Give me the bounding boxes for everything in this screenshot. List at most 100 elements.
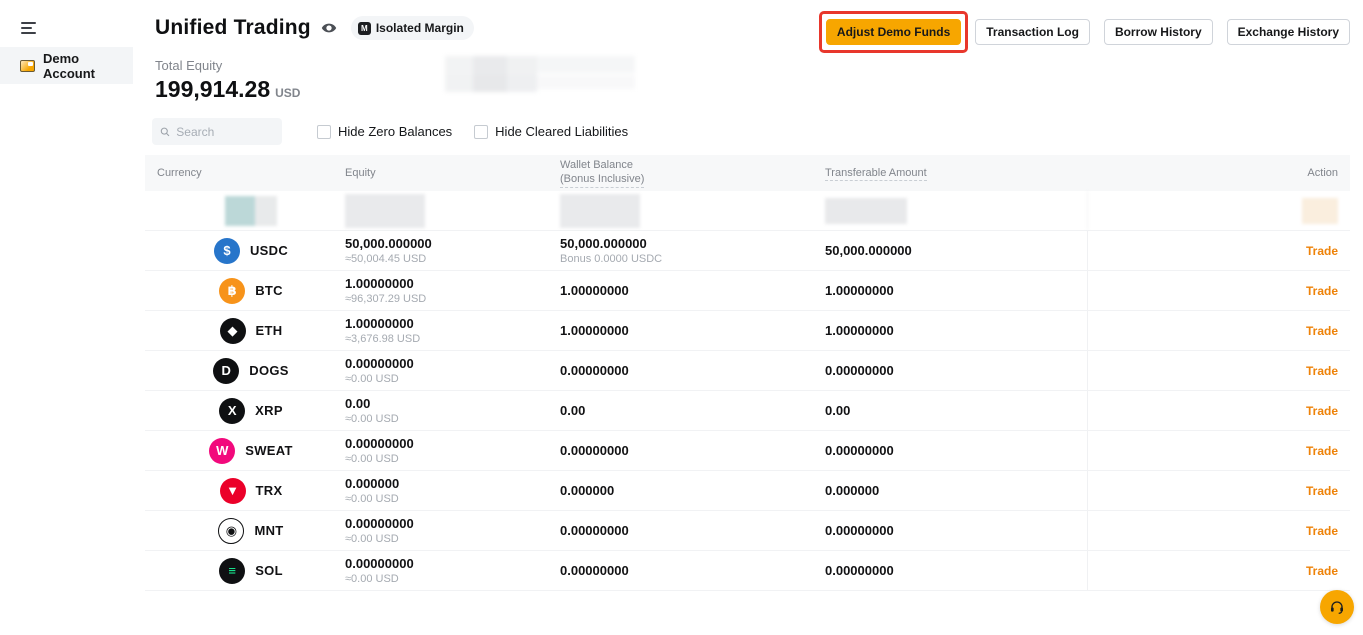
equity-usd: ≈50,004.45 USD — [345, 253, 427, 265]
transferable-amount: 1.00000000 — [825, 283, 894, 298]
header-actions: Adjust Demo Funds Transaction Log Borrow… — [818, 11, 1350, 53]
trade-link[interactable]: Trade — [1306, 284, 1338, 298]
equity-usd: ≈0.00 USD — [345, 453, 399, 465]
redacted-account-info — [445, 56, 635, 94]
sweat-coin-icon: W — [209, 437, 236, 464]
col-action: Action — [1307, 167, 1338, 179]
headset-icon — [1331, 601, 1343, 614]
checkbox-square[interactable] — [474, 124, 489, 139]
transferable-amount: 50,000.000000 — [825, 243, 912, 258]
usdc-coin-icon: $ — [213, 237, 240, 264]
trade-link[interactable]: Trade — [1306, 524, 1338, 538]
total-equity-label: Total Equity — [155, 58, 223, 73]
sidebar-item-demo-account[interactable]: Demo Account — [0, 47, 133, 84]
equity-value: 0.00 — [345, 396, 371, 411]
wallet-balance: 0.00000000 — [560, 523, 629, 538]
btc-coin-icon: ฿ — [219, 277, 246, 304]
sol-coin-icon: ≡ — [219, 557, 246, 584]
equity-value: 50,000.000000 — [345, 236, 432, 251]
trade-link[interactable]: Trade — [1306, 444, 1338, 458]
sidebar-item-label: Demo Account — [43, 50, 95, 81]
equity-value: 1.00000000 — [345, 316, 414, 331]
currency-symbol: USDC — [249, 243, 289, 258]
transferable-amount: 0.00000000 — [825, 443, 894, 458]
currency-symbol: DOGS — [249, 363, 289, 378]
exchange-history-button[interactable]: Exchange History — [1226, 19, 1350, 45]
col-wallet-balance: Wallet Balance (Bonus Inclusive) — [560, 158, 825, 188]
adjust-demo-funds-button[interactable]: Adjust Demo Funds — [825, 19, 962, 45]
equity-usd: ≈96,307.29 USD — [345, 293, 427, 305]
table-row-redacted — [145, 191, 1350, 231]
transaction-log-button[interactable]: Transaction Log — [975, 19, 1090, 45]
transferable-amount: 0.00000000 — [825, 523, 894, 538]
total-equity-currency: USD — [275, 86, 301, 100]
currency-symbol: XRP — [255, 403, 283, 418]
currency-symbol: SWEAT — [245, 443, 293, 458]
trx-coin-icon: ▼ — [219, 477, 246, 504]
equity-usd: ≈3,676.98 USD — [345, 333, 421, 345]
xrp-coin-icon: X — [219, 397, 246, 424]
currency-symbol: TRX — [255, 483, 283, 498]
borrow-history-button[interactable]: Borrow History — [1103, 19, 1213, 45]
col-equity: Equity — [345, 167, 376, 179]
page-title: Unified Trading — [155, 16, 311, 39]
checkbox-square[interactable] — [317, 124, 331, 139]
currency-symbol: ETH — [255, 323, 283, 338]
search-box[interactable] — [152, 118, 282, 145]
wallet-balance: 50,000.000000 — [560, 236, 647, 251]
table-row: ◆ ETH 1.00000000 ≈3,676.98 USD 1.00000000… — [145, 311, 1350, 351]
transferable-amount: 0.00000000 — [825, 363, 894, 378]
table-controls: Hide Zero Balances Hide Cleared Liabilit… — [152, 118, 628, 145]
hide-cleared-liabilities-label: Hide Cleared Liabilities — [495, 124, 629, 139]
wallet-balance: 0.00000000 — [560, 363, 629, 378]
currency-symbol: MNT — [254, 523, 284, 538]
margin-mode-icon: M — [357, 21, 371, 35]
sidebar: Demo Account — [0, 0, 133, 635]
visibility-toggle-icon[interactable] — [321, 20, 337, 36]
equity-value: 0.000000 — [345, 476, 400, 491]
customer-support-button[interactable] — [1320, 590, 1354, 624]
search-icon — [160, 127, 170, 136]
transferable-amount: 0.00 — [825, 403, 851, 418]
table-row: $ USDC 50,000.000000 ≈50,004.45 USD 50,00… — [145, 231, 1350, 271]
trade-link[interactable]: Trade — [1306, 364, 1338, 378]
hide-zero-balances-checkbox[interactable]: Hide Zero Balances — [317, 124, 452, 139]
equity-value: 0.00000000 — [345, 356, 414, 371]
mnt-coin-icon: ◉ — [218, 517, 245, 544]
table-row: X XRP 0.00 ≈0.00 USD 0.00 0.00 Trade — [145, 391, 1350, 431]
trade-link[interactable]: Trade — [1306, 404, 1338, 418]
table-row: ฿ BTC 1.00000000 ≈96,307.29 USD 1.0000000… — [145, 271, 1350, 311]
trade-link[interactable]: Trade — [1306, 324, 1338, 338]
table-row: ◉ MNT 0.00000000 ≈0.00 USD 0.00000000 0.0… — [145, 511, 1350, 551]
trade-link[interactable]: Trade — [1306, 484, 1338, 498]
wallet-balance: 1.00000000 — [560, 283, 629, 298]
col-currency: Currency — [157, 167, 202, 179]
equity-usd: ≈0.00 USD — [345, 493, 399, 505]
margin-mode-badge[interactable]: M Isolated Margin — [350, 16, 474, 40]
currency-symbol: BTC — [255, 283, 283, 298]
hide-zero-balances-label: Hide Zero Balances — [338, 124, 453, 139]
eth-coin-icon: ◆ — [219, 317, 246, 344]
equity-value: 0.00000000 — [345, 436, 414, 451]
equity-usd: ≈0.00 USD — [345, 373, 399, 385]
equity-value: 1.00000000 — [345, 276, 414, 291]
wallet-balance: 0.00000000 — [560, 443, 629, 458]
col-transferable: Transferable Amount — [825, 167, 927, 181]
table-row: ▼ TRX 0.000000 ≈0.00 USD 0.000000 0.00000… — [145, 471, 1350, 511]
balances-table: Currency Equity Wallet Balance (Bonus In… — [145, 155, 1350, 591]
trade-link[interactable]: Trade — [1306, 244, 1338, 258]
currency-symbol: SOL — [255, 563, 283, 578]
equity-usd: ≈0.00 USD — [345, 413, 399, 425]
trade-link[interactable]: Trade — [1306, 564, 1338, 578]
margin-mode-label: Isolated Margin — [375, 21, 464, 35]
total-equity-value: 199,914.28 USD — [155, 76, 301, 102]
wallet-balance: 0.00 — [560, 403, 586, 418]
collapse-menu-icon[interactable] — [21, 22, 37, 34]
search-input[interactable] — [176, 124, 274, 139]
wallet-bonus: Bonus 0.0000 USDC — [560, 253, 663, 265]
transferable-amount: 0.000000 — [825, 483, 880, 498]
main-content: Unified Trading M Isolated Margin Adjust… — [133, 0, 1363, 635]
table-row: ≡ SOL 0.00000000 ≈0.00 USD 0.00000000 0.0… — [145, 551, 1350, 591]
hide-cleared-liabilities-checkbox[interactable]: Hide Cleared Liabilities — [474, 124, 628, 139]
wallet-balance: 0.00000000 — [560, 563, 629, 578]
